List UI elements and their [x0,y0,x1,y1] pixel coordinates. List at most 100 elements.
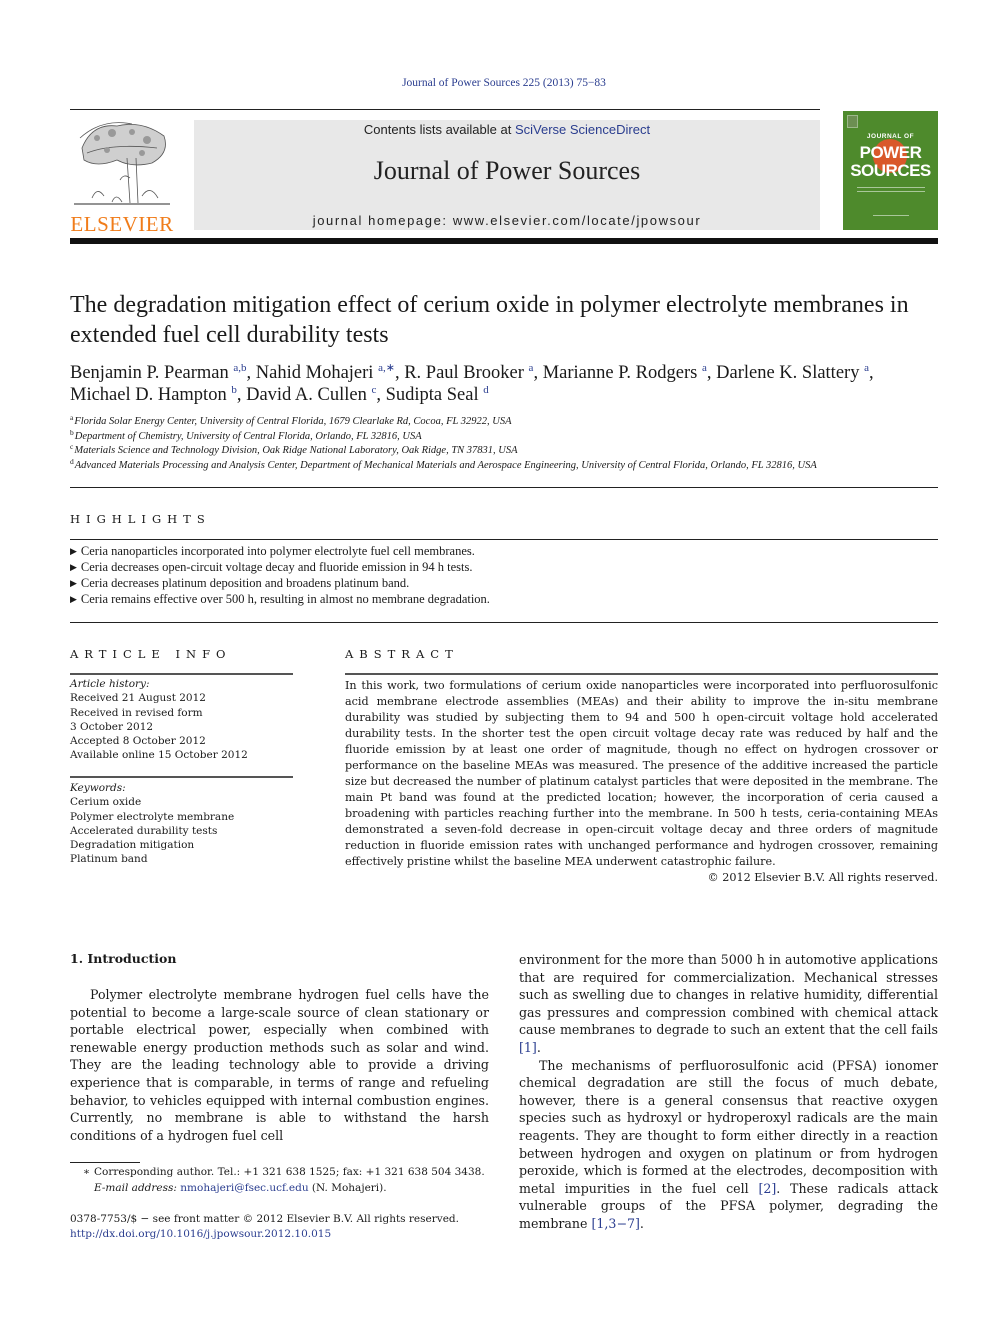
divider [70,622,938,623]
cover-line-2: POWER [859,143,922,162]
affiliation-text: Department of Chemistry, University of C… [74,430,422,442]
author-name[interactable]: David A. Cullen [246,385,367,405]
highlight-item: ▶ Ceria decreases open-circuit voltage de… [70,559,938,575]
journal-cover-thumbnail[interactable]: JOURNAL OF POWER SOURCES [843,111,938,230]
body-column-right: environment for the more than 5000 h in … [519,951,938,1233]
affiliation-marker[interactable]: a,b [233,362,246,374]
reference-link[interactable]: [1] [519,1040,537,1055]
corresponding-author-text: Corresponding author. Tel.: +1 321 638 1… [94,1166,485,1178]
elsevier-wordmark: ELSEVIER [70,212,174,236]
affiliation-text: Advanced Materials Processing and Analys… [74,459,817,471]
abstract-heading: ABSTRACT [345,647,459,661]
author-name[interactable]: Darlene K. Slattery [716,363,859,383]
footnote-rule [70,1162,140,1163]
keyword[interactable]: Cerium oxide [70,795,330,809]
affiliation-text: Materials Science and Technology Divisio… [74,445,518,456]
highlight-item: ▶ Ceria decreases platinum deposition and… [70,575,938,591]
elsevier-mark-icon [847,115,858,128]
email-link[interactable]: nmohajeri@fsec.ucf.edu [180,1182,308,1194]
elsevier-logo[interactable]: ELSEVIER [68,118,176,236]
cover-line-3: SOURCES [850,161,931,180]
reference-link[interactable]: [2] [758,1181,776,1196]
email-suffix: (N. Mohajeri). [308,1181,387,1194]
journal-homepage[interactable]: journal homepage: www.elsevier.com/locat… [194,213,820,228]
triangle-bullet-icon: ▶ [70,578,77,588]
divider [345,673,938,675]
affiliation-key: a [70,413,74,422]
affiliation-d: dAdvanced Materials Processing and Analy… [70,456,950,474]
keyword[interactable]: Accelerated durability tests [70,824,330,838]
article-history: Article history: Received 21 August 2012 R… [70,677,330,763]
header-thick-rule [70,238,938,244]
article-info-heading: ARTICLE INFO [70,647,232,661]
affiliation-marker[interactable]: d [483,384,489,396]
paragraph-text: The mechanisms of perfluorosulfonic acid… [519,1057,938,1196]
triangle-bullet-icon: ▶ [70,594,77,604]
highlights-list: ▶ Ceria nanoparticles incorporated into p… [70,543,938,607]
author-list: Benjamin P. Pearman a,b, Nahid Mohajeri … [70,362,874,406]
affiliation-marker[interactable]: a,∗ [378,362,395,374]
doi-link[interactable]: http://dx.doi.org/10.1016/j.jpowsour.201… [70,1228,331,1240]
author-name[interactable]: Sudipta Seal [386,385,479,405]
corresponding-footnote: ∗ Corresponding author. Tel.: +1 321 638 … [70,1165,500,1196]
affiliation-key: b [70,427,74,437]
highlights-heading: HIGHLIGHTS [70,512,211,526]
front-matter-text: 0378-7753/$ − see front matter © 2012 El… [70,1213,459,1225]
article-title: The degradation mitigation effect of cer… [70,292,909,348]
front-matter: 0378-7753/$ − see front matter © 2012 El… [70,1212,500,1241]
affiliation-marker[interactable]: c [371,384,376,396]
author[interactable]: Michael D. Hampton b [70,384,237,406]
divider [70,673,293,675]
affiliation-marker[interactable]: a [864,362,869,374]
section-heading-introduction: 1. Introduction [70,951,177,966]
contents-prefix: Contents lists available at [363,122,515,137]
history-entry: Available online 15 October 2012 [70,749,248,762]
affiliation-marker[interactable]: b [231,384,237,396]
author-name[interactable]: R. Paul Brooker [404,363,524,383]
sciencedirect-link[interactable]: SciVerse ScienceDirect [515,122,650,137]
contents-line: Contents lists available at SciVerse Sci… [194,122,820,137]
author-name[interactable]: Benjamin P. Pearman [70,363,229,383]
history-entry: Accepted 8 October 2012 [70,735,206,748]
keyword[interactable]: Platinum band [70,852,330,866]
history-entry: Received 21 August 2012 [70,692,206,705]
author[interactable]: Nahid Mohajeri a,∗ [256,362,395,384]
author-name[interactable]: Michael D. Hampton [70,385,227,405]
footnote-marker: ∗ [82,1166,90,1178]
paragraph-text: environment for the more than 5000 h in … [519,952,938,1038]
citation-link[interactable]: Journal of Power Sources 225 (2013) 75−8… [402,77,606,89]
reference-link[interactable]: [1,3−7] [592,1216,640,1231]
paragraph: The mechanisms of perfluorosulfonic acid… [519,1057,938,1233]
author[interactable]: R. Paul Brooker a [404,362,534,384]
cover-editor-line [873,215,909,216]
affiliations: aFlorida Solar Energy Center, University… [70,413,950,474]
paragraph: environment for the more than 5000 h in … [519,951,938,1057]
author[interactable]: David A. Cullen c [246,384,376,406]
cover-subtitle-line [857,191,925,192]
paragraph: Polymer electrolyte membrane hydrogen fu… [70,987,489,1143]
keyword[interactable]: Polymer electrolyte membrane [70,810,330,824]
abstract-text: In this work, two formulations of cerium… [345,679,938,868]
keyword[interactable]: Degradation mitigation [70,838,330,852]
author[interactable]: Darlene K. Slattery a [716,362,869,384]
highlight-text: Ceria decreases platinum deposition and … [80,576,410,590]
affiliation-text: Florida Solar Energy Center, University … [74,416,512,427]
divider [70,539,938,540]
cover-line-1: JOURNAL OF [866,133,915,140]
author[interactable]: Benjamin P. Pearman a,b [70,362,247,384]
affiliation-key: d [70,456,74,466]
cover-subtitle-line [857,187,925,188]
author-name[interactable]: Marianne P. Rodgers [543,363,698,383]
affiliation-marker[interactable]: a [529,362,534,374]
journal-banner: Contents lists available at SciVerse Sci… [194,120,820,230]
author[interactable]: Sudipta Seal d [386,384,489,406]
journal-citation[interactable]: Journal of Power Sources 225 (2013) 75−8… [0,77,992,89]
triangle-bullet-icon: ▶ [70,546,77,556]
author[interactable]: Marianne P. Rodgers a [543,362,707,384]
affiliation-marker[interactable]: a [702,362,707,374]
journal-title[interactable]: Journal of Power Sources [194,156,820,186]
author-name[interactable]: Nahid Mohajeri [256,363,374,383]
affiliation-key: c [70,442,74,451]
paragraph-text: . [536,1039,541,1055]
keywords: Keywords: Cerium oxide Polymer electrolyte… [70,781,330,867]
